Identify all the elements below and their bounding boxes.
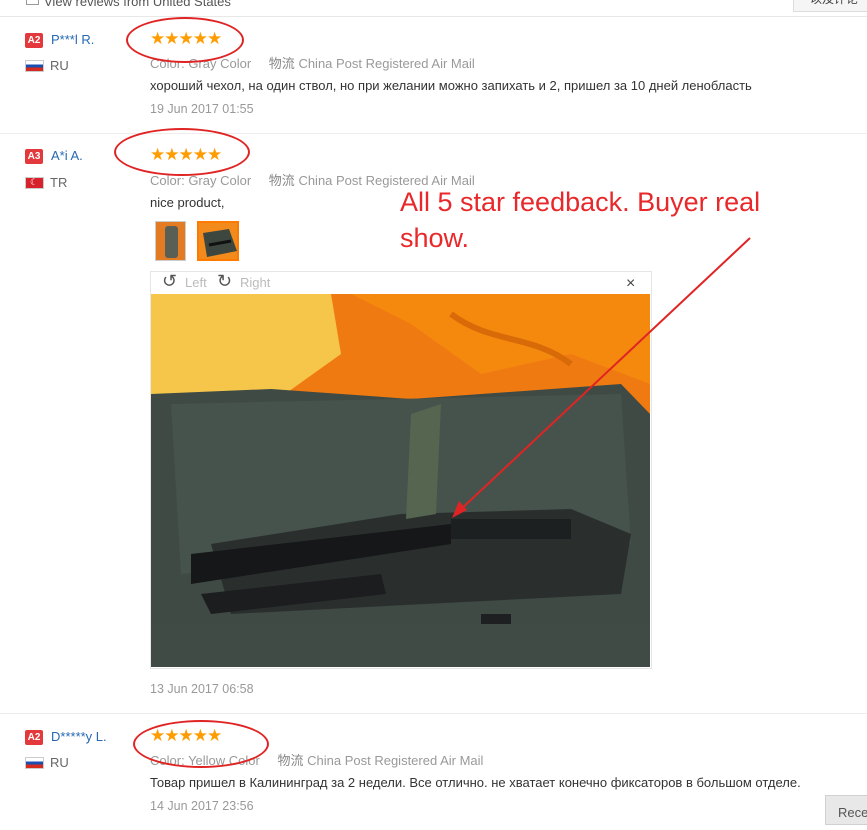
shipping-value: China Post Registered Air Mail: [307, 753, 484, 768]
shipping-value: China Post Registered Air Mail: [298, 56, 475, 71]
buyer-name[interactable]: A*i A.: [51, 148, 83, 163]
translate-button[interactable]: 以及评论: [793, 0, 867, 12]
buyer-photo-gun-bag[interactable]: [151, 294, 650, 667]
buyer-level-badge: A2: [25, 33, 43, 48]
annotation-circle: [114, 128, 250, 176]
recommend-button[interactable]: Rece: [825, 795, 867, 825]
review-date: 13 Jun 2017 06:58: [150, 682, 254, 696]
viewer-toolbar: ↺ Left ↻ Right ×: [151, 271, 651, 294]
buyer-name[interactable]: P***l R.: [51, 32, 94, 47]
shipping-key: 物流: [268, 56, 295, 71]
annotation-circle: [126, 17, 244, 63]
rotate-left-icon[interactable]: ↺: [162, 271, 177, 292]
russia-flag-icon: [25, 757, 44, 769]
review-text: Товар пришел в Калининград за 2 недели. …: [150, 775, 801, 790]
review-text: nice product,: [150, 195, 225, 210]
review-text: хороший чехол, на один ствол, но при жел…: [150, 78, 752, 93]
turkey-flag-icon: [25, 177, 44, 189]
filter-checkbox[interactable]: [26, 0, 39, 5]
orange-bag-photo-icon: [156, 222, 185, 260]
annotation-circle: [133, 720, 269, 768]
annotation-line-2: show.: [400, 223, 470, 253]
close-icon[interactable]: ×: [626, 275, 635, 293]
review-item: A2 D*****y L. RU ★★★★★ Color: Yellow Col…: [0, 714, 867, 819]
photo-viewer: ↺ Left ↻ Right ×: [150, 271, 652, 669]
gray-bag-photo-icon: [199, 223, 237, 259]
shipping-key: 物流: [268, 173, 295, 188]
shipping-key: 物流: [277, 753, 304, 768]
filter-label: View reviews from United States: [44, 0, 231, 9]
rotate-left-label[interactable]: Left: [185, 275, 207, 290]
photo-thumbnail-selected[interactable]: [197, 221, 239, 261]
buyer-country: RU: [50, 58, 69, 73]
russia-flag-icon: [25, 60, 44, 72]
buyer-country: TR: [50, 175, 68, 190]
rotate-right-label[interactable]: Right: [240, 275, 270, 290]
review-date: 19 Jun 2017 01:55: [150, 102, 254, 116]
review-filter-bar: View reviews from United States 以及评论: [0, 0, 867, 17]
buyer-name[interactable]: D*****y L.: [51, 729, 107, 744]
buyer-country: RU: [50, 755, 69, 770]
annotation-text: All 5 star feedback. Buyer real show.: [400, 184, 820, 256]
annotation-line-1: All 5 star feedback. Buyer real: [400, 187, 761, 217]
buyer-level-badge: A3: [25, 149, 43, 164]
rotate-right-icon[interactable]: ↻: [217, 271, 232, 292]
buyer-level-badge: A2: [25, 730, 43, 745]
review-date: 14 Jun 2017 23:56: [150, 799, 254, 813]
photo-thumbnail[interactable]: [155, 221, 186, 261]
